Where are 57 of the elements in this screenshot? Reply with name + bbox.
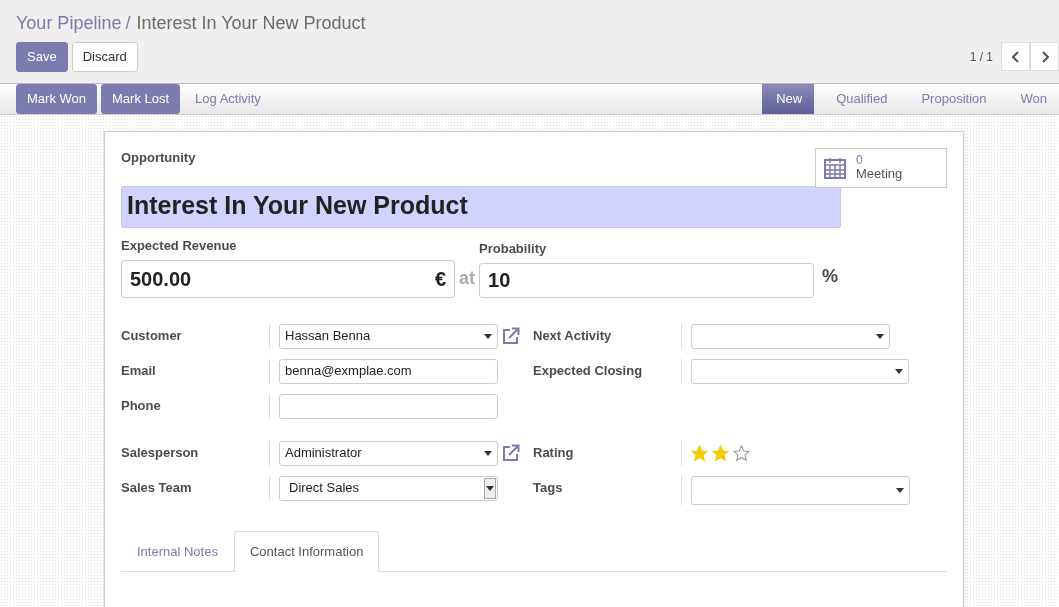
field-label: Opportunity: [121, 149, 196, 167]
caret-icon: [895, 368, 903, 374]
stage-tab[interactable]: New: [762, 84, 815, 114]
caret-icon: [484, 333, 492, 339]
dropdown-field[interactable]: Direct Sales: [279, 475, 498, 501]
field-label: Sales Team: [121, 479, 192, 495]
breadcrumb-current: Interest In Your New Product: [136, 12, 366, 35]
dropdown-field[interactable]: Administrator: [279, 440, 498, 466]
field-label: Customer: [121, 327, 182, 343]
pager-counter: 1 / 1: [969, 48, 993, 66]
field-label: Phone: [121, 397, 161, 413]
chevron-right-icon: [1040, 50, 1049, 63]
probability-field[interactable]: 10: [479, 262, 814, 298]
caret-icon: [486, 485, 494, 491]
percent-label: %: [821, 264, 839, 288]
action-link[interactable]: Log Activity: [184, 84, 272, 114]
external-link-icon[interactable]: [502, 327, 520, 345]
at-label: at: [459, 266, 475, 290]
dropdown-field[interactable]: [691, 323, 890, 349]
field-label: Expected Revenue: [121, 237, 238, 255]
notebook-tab[interactable]: Internal Notes: [121, 530, 234, 571]
notebook-tab[interactable]: Contact Information: [233, 530, 380, 572]
dropdown-field[interactable]: [691, 358, 909, 384]
star-icon[interactable]: [691, 444, 708, 462]
stage-tab[interactable]: Proposition: [899, 84, 999, 114]
discard-button[interactable]: Discard: [71, 42, 138, 72]
next-button[interactable]: [1030, 42, 1059, 72]
revenue-field[interactable]: 500.00 €: [121, 259, 455, 298]
caret-icon: [876, 333, 884, 339]
opportunity-name-field[interactable]: Interest In Your New Product: [121, 186, 841, 228]
field-label: Email: [121, 362, 156, 378]
action-button[interactable]: Mark Lost: [101, 84, 181, 114]
breadcrumb-separator: /: [125, 12, 131, 35]
dropdown-field[interactable]: [691, 475, 910, 505]
external-link-icon[interactable]: [502, 444, 520, 462]
field-label: Next Activity: [533, 327, 612, 343]
action-button[interactable]: Mark Won: [16, 84, 97, 114]
meeting-button[interactable]: 0 Meeting: [815, 148, 947, 188]
field-label: Salesperson: [121, 444, 199, 460]
star-icon[interactable]: [733, 444, 750, 462]
calendar-icon: [824, 157, 846, 179]
rating-stars[interactable]: [691, 444, 750, 462]
caret-icon: [484, 450, 492, 456]
save-button[interactable]: Save: [16, 42, 68, 72]
previous-button[interactable]: [1001, 42, 1030, 72]
input-field[interactable]: [279, 393, 498, 419]
field-label: Expected Closing: [533, 362, 643, 378]
field-label: Tags: [533, 479, 563, 495]
chevron-left-icon: [1011, 50, 1020, 63]
stage-tab[interactable]: Won: [998, 84, 1059, 114]
caret-icon: [896, 487, 904, 493]
field-label: Rating: [533, 444, 574, 460]
dropdown-field[interactable]: Hassan Benna: [279, 323, 498, 349]
input-field[interactable]: benna@exmplae.com: [279, 358, 498, 384]
field-label: Probability: [479, 240, 548, 258]
star-icon[interactable]: [712, 444, 729, 462]
stage-tab[interactable]: Qualified: [814, 84, 900, 114]
